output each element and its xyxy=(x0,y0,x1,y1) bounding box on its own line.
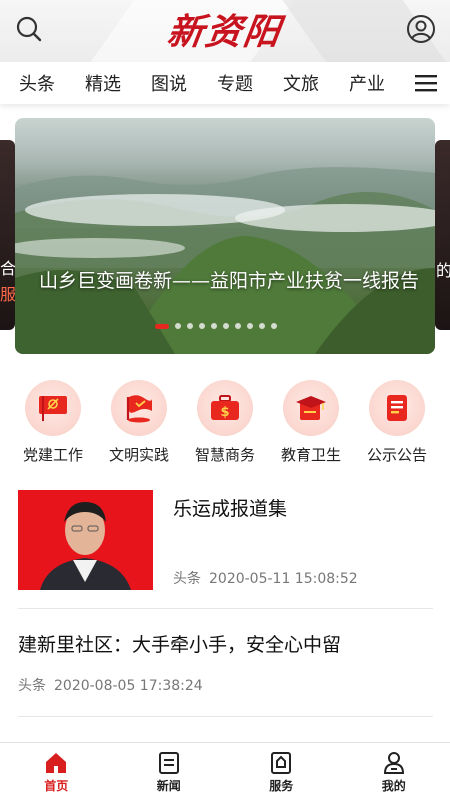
profile-icon xyxy=(383,752,404,774)
tab-featured[interactable]: 精选 xyxy=(70,70,136,96)
carousel-dot[interactable] xyxy=(211,323,217,329)
home-icon xyxy=(46,753,67,773)
news-meta: 头条 2020-05-11 15:08:52 xyxy=(173,568,358,588)
news-meta: 头条 2020-08-05 17:38:24 xyxy=(18,675,433,695)
banner-landscape-image xyxy=(15,167,435,354)
graduation-cap-icon xyxy=(283,380,339,436)
news-time: 2020-05-11 15:08:52 xyxy=(209,571,358,587)
menu-icon[interactable] xyxy=(414,72,438,94)
news-source: 头条 xyxy=(173,571,201,587)
bottom-tab-bar: 首页 新闻 服务 我的 xyxy=(0,742,450,800)
carousel-dot[interactable] xyxy=(175,323,181,329)
news-item[interactable]: 乐运成报道集 头条 2020-05-11 15:08:52 xyxy=(18,490,433,608)
tab-industry[interactable]: 产业 xyxy=(334,70,400,96)
app-header: 新资阳 xyxy=(0,0,450,62)
tabbar-home[interactable]: 首页 xyxy=(0,743,113,800)
carousel-banner[interactable]: 山乡巨变画卷新——益阳市产业扶贫一线报告 xyxy=(15,118,435,354)
carousel-prev-peek[interactable]: 合 服 xyxy=(0,140,15,330)
carousel-dot[interactable] xyxy=(223,323,229,329)
banner-title: 山乡巨变画卷新——益阳市产业扶贫一线报告 xyxy=(39,270,420,292)
tabbar-service[interactable]: 服务 xyxy=(225,743,338,800)
carousel-dot[interactable] xyxy=(235,323,241,329)
carousel-dot[interactable] xyxy=(271,323,277,329)
news-thumbnail xyxy=(18,490,153,590)
carousel-indicator xyxy=(155,323,277,329)
service-icon xyxy=(271,752,292,774)
news-title: 乐运成报道集 xyxy=(173,498,288,520)
svg-text:$: $ xyxy=(220,405,229,420)
tabbar-profile[interactable]: 我的 xyxy=(338,743,450,800)
user-icon[interactable] xyxy=(404,12,438,46)
carousel-dot[interactable] xyxy=(259,323,265,329)
carousel-dot[interactable] xyxy=(199,323,205,329)
tab-culture-tourism[interactable]: 文旅 xyxy=(268,70,334,96)
news-icon xyxy=(158,752,179,774)
tabbar-news[interactable]: 新闻 xyxy=(113,743,226,800)
news-item[interactable]: 建新里社区：大手牵小手，安全心中留 头条 2020-08-05 17:38:24 xyxy=(18,630,433,710)
search-icon[interactable] xyxy=(12,12,46,46)
category-civilization-practice[interactable]: 文明实践 xyxy=(99,380,179,470)
tab-topics[interactable]: 专题 xyxy=(202,70,268,96)
carousel-dot-active[interactable] xyxy=(155,323,169,329)
tab-photos[interactable]: 图说 xyxy=(136,70,202,96)
divider xyxy=(18,608,433,609)
briefcase-icon: $ xyxy=(197,380,253,436)
category-education-health[interactable]: 教育卫生 xyxy=(271,380,351,470)
category-smart-commerce[interactable]: $ 智慧商务 xyxy=(185,380,265,470)
divider xyxy=(18,716,433,717)
notice-icon xyxy=(369,380,425,436)
news-time: 2020-08-05 17:38:24 xyxy=(54,678,203,694)
app-screen: 新资阳 头条 精选 图说 专题 文旅 产业 合 服 的 山乡巨变画卷新——益阳市… xyxy=(0,0,450,800)
carousel-next-peek[interactable]: 的 xyxy=(435,140,450,330)
civilization-flag-icon xyxy=(111,380,167,436)
news-source: 头条 xyxy=(18,678,46,694)
tab-headlines[interactable]: 头条 xyxy=(4,70,70,96)
channel-tabs: 头条 精选 图说 专题 文旅 产业 xyxy=(0,62,450,104)
category-public-notice[interactable]: 公示公告 xyxy=(357,380,437,470)
category-party-building[interactable]: 党建工作 xyxy=(13,380,93,470)
carousel-dot[interactable] xyxy=(247,323,253,329)
party-flag-icon xyxy=(25,380,81,436)
app-logo: 新资阳 xyxy=(164,11,285,53)
carousel-dot[interactable] xyxy=(187,323,193,329)
category-shortcuts: 党建工作 文明实践 $ 智慧商务 教育卫生 公示公告 xyxy=(0,380,450,470)
news-title: 建新里社区：大手牵小手，安全心中留 xyxy=(18,634,342,656)
